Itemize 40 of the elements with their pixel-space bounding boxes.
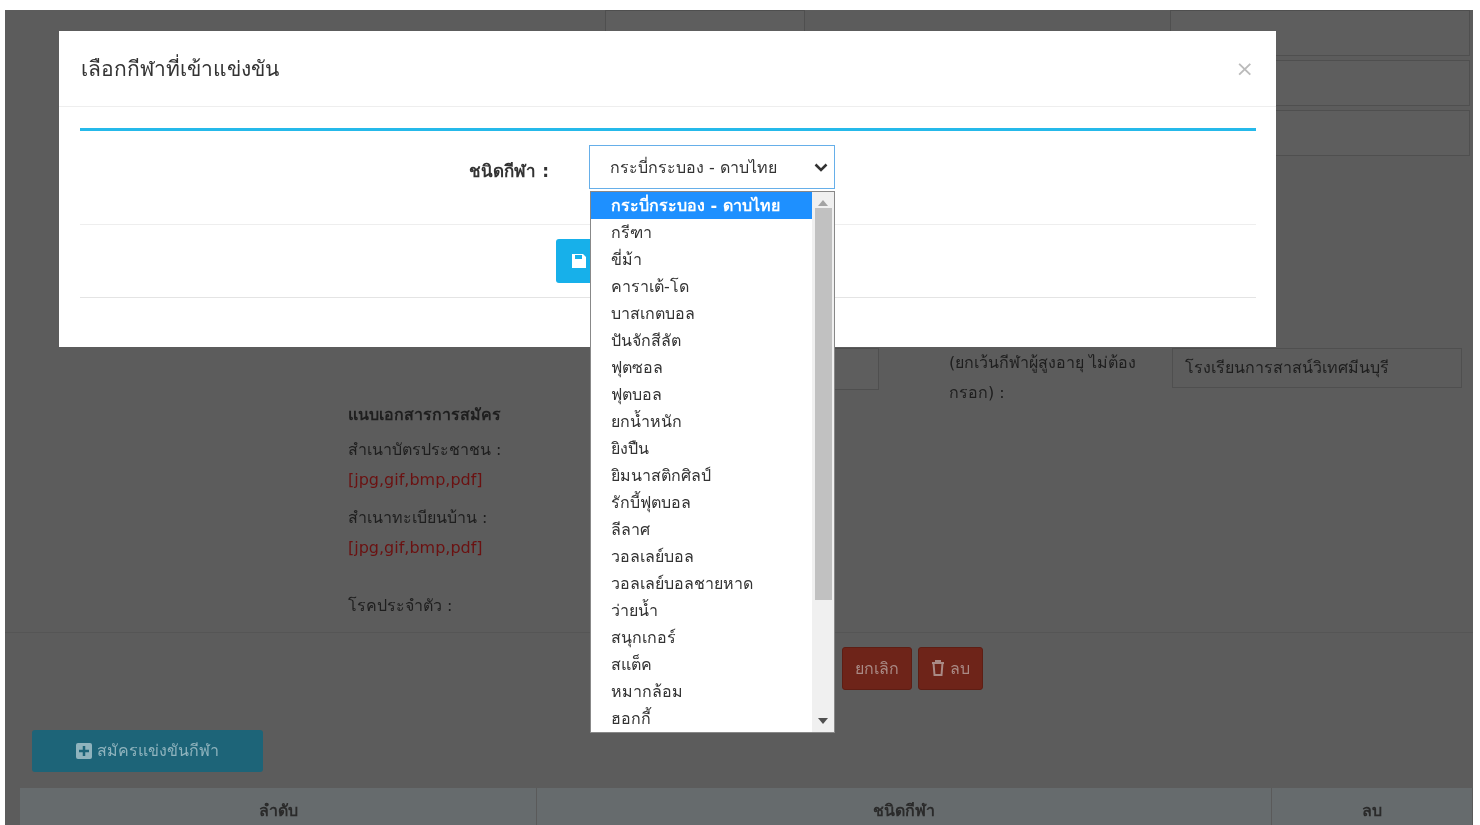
dropdown-option[interactable]: กรีฑา xyxy=(591,219,812,246)
format-hint: [jpg,gif,bmp,pdf] xyxy=(348,537,483,557)
dropdown-option[interactable]: ว่ายน้ำ xyxy=(591,597,812,624)
field-label: โรคประจำตัว : xyxy=(348,594,453,617)
dropdown-option[interactable]: วอลเลย์บอลชายหาด xyxy=(591,570,812,597)
cancel-button[interactable]: ยกเลิก xyxy=(842,646,912,690)
field-label: (ยกเว้นกีฬาผู้สูงอายุ ไม่ต้องกรอก) : xyxy=(949,351,1138,404)
dropdown-option[interactable]: ฮอกกี้ xyxy=(591,705,812,732)
column-header: ชนิดกีฬา xyxy=(537,787,1272,825)
scroll-down-icon[interactable] xyxy=(818,718,828,724)
column-header: ลำดับ xyxy=(20,787,537,825)
dropdown-option[interactable]: รักบี้ฟุตบอล xyxy=(591,489,812,516)
dropdown-option[interactable]: ลีลาศ xyxy=(591,516,812,543)
dropdown-option[interactable]: คาราเต้-โด xyxy=(591,273,812,300)
chevron-down-icon xyxy=(814,162,828,172)
dropdown-option[interactable]: บาสเกตบอล xyxy=(591,300,812,327)
dropdown-option[interactable]: ฟุตบอล xyxy=(591,381,812,408)
plus-icon xyxy=(76,742,92,759)
field-label: ชนิดกีฬา : xyxy=(468,160,549,183)
dropdown-option[interactable]: ยิมนาสติกศิลป์ xyxy=(591,462,812,489)
dropdown-option[interactable]: ฟุตซอล xyxy=(591,354,812,381)
field-label: สำเนาบัตรประชาชน : xyxy=(348,438,502,461)
dropdown-option[interactable]: หมากล้อม xyxy=(591,678,812,705)
dropdown-option[interactable]: ยิงปืน xyxy=(591,435,812,462)
dropdown-option[interactable]: สนุกเกอร์ xyxy=(591,624,812,651)
dropdown-option[interactable]: สแต็ค xyxy=(591,651,812,678)
dropdown-option[interactable]: ยกน้ำหนัก xyxy=(591,408,812,435)
section-heading: แนบเอกสารการสมัคร xyxy=(348,403,501,426)
select-value: กระบี่กระบอง - ดาบไทย xyxy=(610,156,777,179)
dropdown-option[interactable]: วอลเลย์บอล xyxy=(591,543,812,570)
sport-select[interactable]: กระบี่กระบอง - ดาบไทย xyxy=(589,145,835,189)
column-header: ลบ xyxy=(1272,787,1473,825)
scrollbar[interactable] xyxy=(812,192,834,732)
dropdown-option[interactable]: ปันจักสีลัต xyxy=(591,327,812,354)
field-label: สำเนาทะเบียนบ้าน : xyxy=(348,506,488,529)
trash-icon xyxy=(931,660,945,677)
format-hint: [jpg,gif,bmp,pdf] xyxy=(348,469,483,489)
floppy-icon xyxy=(572,254,586,268)
dropdown-option[interactable]: ขี่ม้า xyxy=(591,246,812,273)
modal-title: เลือกกีฬาที่เข้าแข่งขัน xyxy=(81,52,279,85)
